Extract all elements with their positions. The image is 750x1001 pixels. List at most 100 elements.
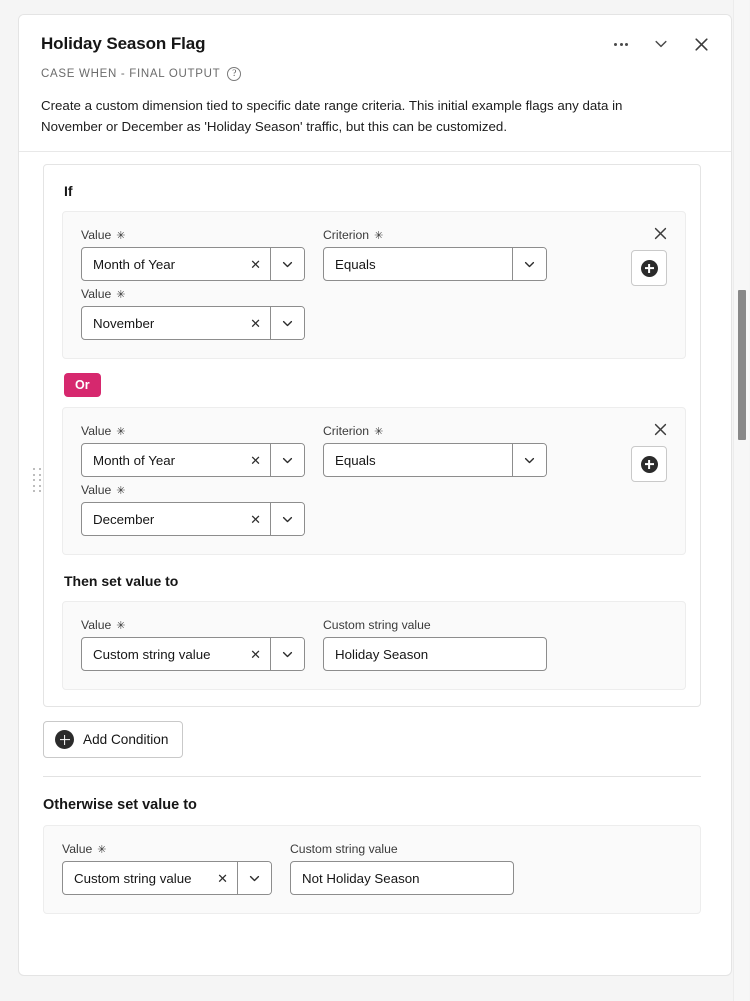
then-value-combobox-text[interactable]: Custom string value ✕ (82, 638, 270, 670)
otherwise-panel: Value ✳ Custom string value ✕ Custom str… (43, 825, 701, 914)
otherwise-value-combobox-toggle[interactable] (237, 862, 271, 894)
plus-circle-icon (640, 455, 658, 473)
close-button[interactable] (691, 34, 711, 54)
required-indicator: ✳ (116, 485, 126, 497)
value2-label-2: Value ✳ (81, 483, 305, 497)
value2-combobox-2[interactable]: December ✕ (81, 502, 305, 536)
case-when-card: Holiday Season Flag CASE WHEN - FINAL OU… (18, 14, 732, 976)
condition-line-1a: Value ✳ Month of Year ✕ Criterion ✳ Equa… (81, 228, 613, 281)
value-combobox-2[interactable]: Month of Year ✕ (81, 443, 305, 477)
more-options-button[interactable] (611, 34, 631, 54)
clear-icon[interactable]: ✕ (248, 452, 263, 469)
value2-combobox-text-2[interactable]: December ✕ (82, 503, 270, 535)
otherwise-value-label: Value ✳ (62, 842, 272, 856)
required-indicator: ✳ (116, 230, 126, 242)
criterion-combobox-1[interactable]: Equals (323, 247, 547, 281)
otherwise-value-combobox-value: Custom string value (74, 870, 192, 886)
header-actions (611, 34, 711, 54)
required-indicator: ✳ (374, 426, 384, 438)
criterion-label-2: Criterion ✳ (323, 424, 547, 438)
otherwise-value-field: Value ✳ Custom string value ✕ (62, 842, 272, 895)
criterion-field-2: Criterion ✳ Equals (323, 424, 547, 477)
required-indicator: ✳ (116, 620, 126, 632)
add-condition-button[interactable]: Add Condition (43, 721, 184, 758)
drag-handle-icon[interactable] (33, 468, 43, 494)
otherwise-value-combobox[interactable]: Custom string value ✕ (62, 861, 272, 895)
title-row: Holiday Season Flag (41, 33, 711, 55)
value2-combobox-toggle-1[interactable] (270, 307, 304, 339)
then-heading: Then set value to (64, 573, 179, 589)
ellipsis-icon (614, 42, 628, 46)
condition-fields-1: Value ✳ Month of Year ✕ Criterion ✳ Equa… (81, 228, 613, 340)
value2-combobox-text-1[interactable]: November ✕ (82, 307, 270, 339)
page-root: Holiday Season Flag CASE WHEN - FINAL OU… (0, 0, 750, 1001)
remove-condition-button-2[interactable] (649, 418, 671, 440)
question-mark-circle-icon[interactable]: ? (227, 67, 242, 81)
card-body: If Value ✳ Month of Year ✕ Criterion ✳ E… (19, 152, 731, 914)
criterion-combobox-value-1: Equals (335, 256, 376, 272)
scrollbar-track[interactable] (733, 0, 749, 1001)
then-string-label: Custom string value (323, 618, 547, 632)
clear-icon[interactable]: ✕ (215, 870, 230, 887)
then-value-label: Value ✳ (81, 618, 305, 632)
or-operator-badge[interactable]: Or (64, 373, 101, 397)
close-icon (694, 37, 708, 51)
collapse-button[interactable] (651, 34, 671, 54)
clear-icon[interactable]: ✕ (248, 511, 263, 528)
clear-icon[interactable]: ✕ (248, 256, 263, 273)
otherwise-string-field: Custom string value (290, 842, 514, 895)
add-criterion-button-1[interactable] (631, 250, 667, 286)
then-value-combobox-toggle[interactable] (270, 638, 304, 670)
value-field-1: Value ✳ Month of Year ✕ (81, 228, 305, 281)
condition-line-1b: Value ✳ November ✕ (81, 287, 613, 340)
criterion-combobox-text-2[interactable]: Equals (324, 444, 512, 476)
value2-combobox-value-2: December (93, 511, 155, 527)
value-combobox-toggle-2[interactable] (270, 444, 304, 476)
value2-label-text-1: Value (81, 287, 112, 301)
otherwise-string-label: Custom string value (290, 842, 514, 856)
then-string-input[interactable] (323, 637, 547, 671)
chevron-down-icon (249, 875, 260, 881)
chevron-down-icon (282, 261, 293, 267)
close-icon (654, 227, 666, 239)
otherwise-string-label-text: Custom string value (290, 842, 398, 856)
close-icon (654, 423, 666, 435)
then-panel: Value ✳ Custom string value ✕ Custom str… (62, 601, 686, 690)
value-combobox-text-2[interactable]: Month of Year ✕ (82, 444, 270, 476)
value-combobox-1[interactable]: Month of Year ✕ (81, 247, 305, 281)
condition-row-1: Value ✳ Month of Year ✕ Criterion ✳ Equa… (81, 228, 671, 340)
criterion-field-1: Criterion ✳ Equals (323, 228, 547, 281)
criterion-combobox-toggle-1[interactable] (512, 248, 546, 280)
otherwise-field-line: Value ✳ Custom string value ✕ Custom str… (62, 842, 686, 895)
plus-circle-icon (640, 259, 658, 277)
value-label-1: Value ✳ (81, 228, 305, 242)
condition-panel-2: Value ✳ Month of Year ✕ Criterion ✳ Equa… (62, 407, 686, 555)
value-combobox-toggle-1[interactable] (270, 248, 304, 280)
criterion-combobox-text-1[interactable]: Equals (324, 248, 512, 280)
then-string-label-text: Custom string value (323, 618, 431, 632)
then-value-combobox[interactable]: Custom string value ✕ (81, 637, 305, 671)
otherwise-value-combobox-text[interactable]: Custom string value ✕ (63, 862, 237, 894)
criterion-combobox-toggle-2[interactable] (512, 444, 546, 476)
criterion-combobox-2[interactable]: Equals (323, 443, 547, 477)
condition-line-2b: Value ✳ December ✕ (81, 483, 613, 536)
value-combobox-text-1[interactable]: Month of Year ✕ (82, 248, 270, 280)
chevron-down-icon (282, 651, 293, 657)
condition-wrap-1: Value ✳ Month of Year ✕ Criterion ✳ Equa… (62, 211, 686, 359)
then-field-line: Value ✳ Custom string value ✕ Custom str… (81, 618, 671, 671)
value-field-2: Value ✳ Month of Year ✕ (81, 424, 305, 477)
chevron-down-icon (524, 457, 535, 463)
conditions-group: If Value ✳ Month of Year ✕ Criterion ✳ E… (33, 164, 701, 707)
chevron-down-icon (282, 516, 293, 522)
clear-icon[interactable]: ✕ (248, 646, 263, 663)
clear-icon[interactable]: ✕ (248, 315, 263, 332)
remove-condition-button-1[interactable] (649, 222, 671, 244)
add-criterion-button-2[interactable] (631, 446, 667, 482)
otherwise-string-input[interactable] (290, 861, 514, 895)
value2-combobox-toggle-2[interactable] (270, 503, 304, 535)
condition-line-2a: Value ✳ Month of Year ✕ Criterion ✳ Equa… (81, 424, 613, 477)
required-indicator: ✳ (374, 230, 384, 242)
scrollbar-thumb[interactable] (737, 290, 746, 440)
value2-combobox-1[interactable]: November ✕ (81, 306, 305, 340)
add-condition-label: Add Condition (83, 732, 169, 747)
